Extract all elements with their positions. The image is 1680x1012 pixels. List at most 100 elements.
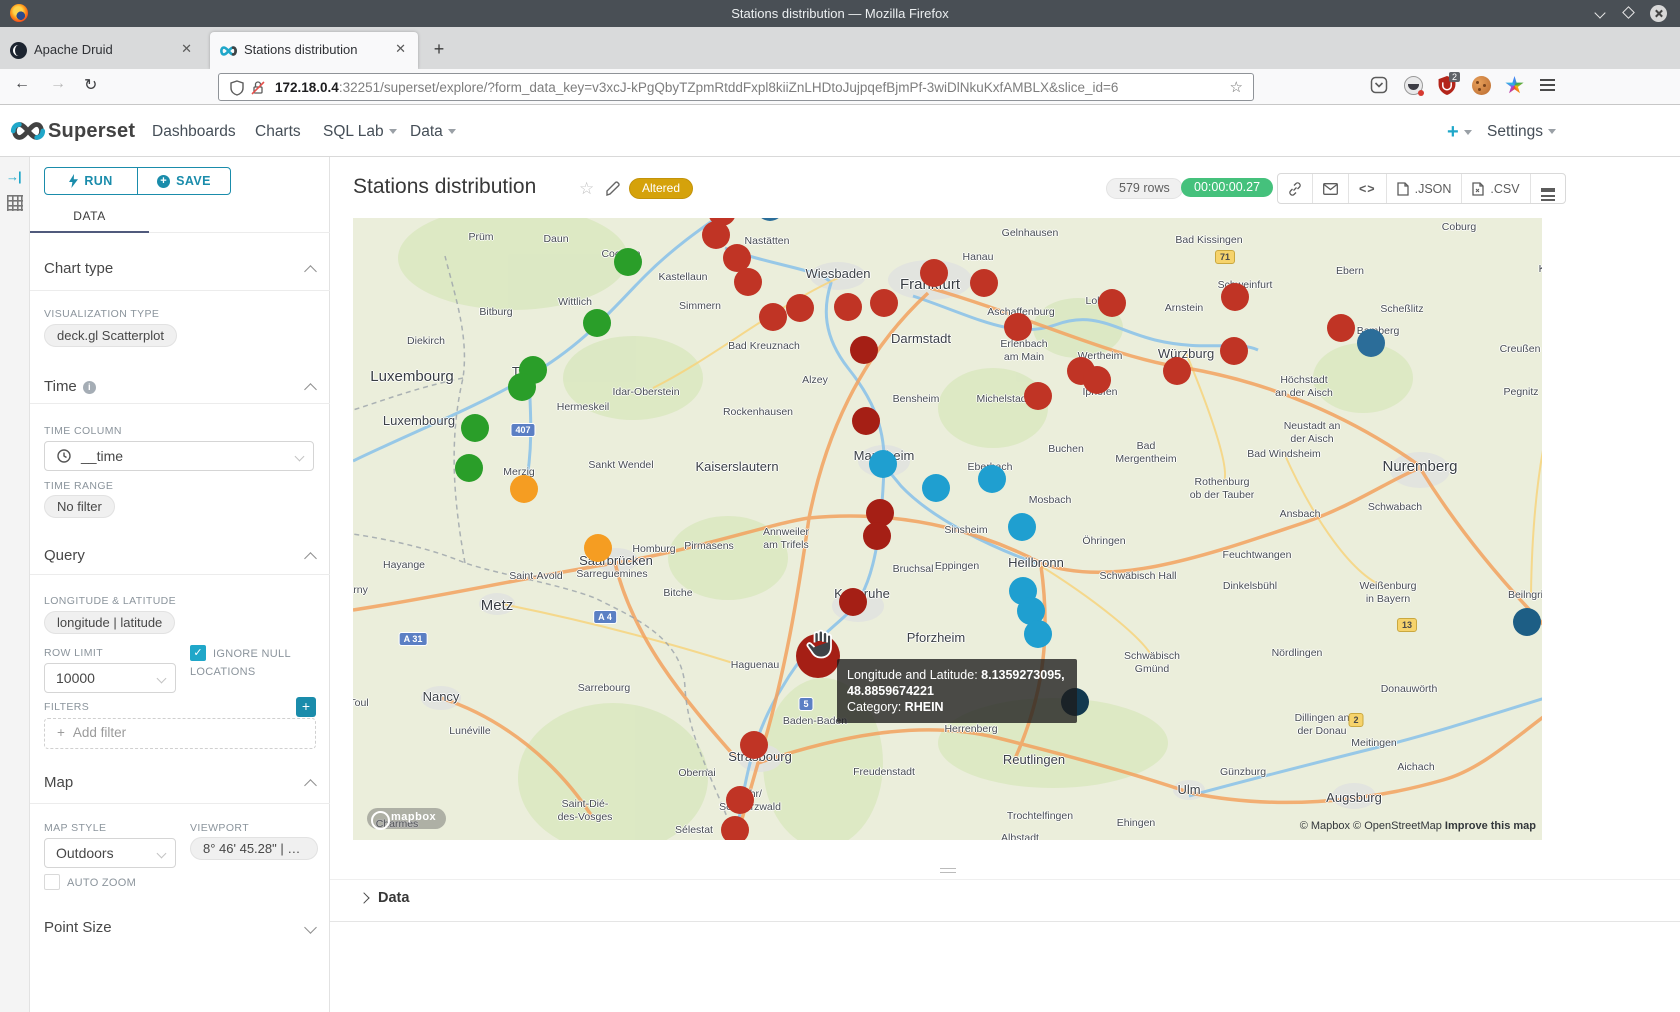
new-chart-button[interactable]: + (1447, 121, 1472, 144)
privacy-mask-icon[interactable] (1404, 76, 1423, 95)
nav-item-charts[interactable]: Charts (255, 123, 301, 141)
chevron-up-icon[interactable] (304, 383, 317, 396)
mapbox-logo[interactable]: mapbox (367, 808, 446, 829)
deckgl-scatterplot-map[interactable]: PrümDaunCochemNastättenGelnhausenBad Kis… (353, 218, 1542, 840)
map-data-point[interactable] (870, 289, 898, 317)
viewport-value[interactable]: 8° 46' 45.28" | 49... (190, 837, 318, 860)
expand-data-chevron-icon[interactable] (358, 892, 369, 903)
map-data-point[interactable] (978, 465, 1006, 493)
section-point-size[interactable]: Point Size (44, 919, 112, 936)
chevron-up-icon[interactable] (304, 779, 317, 792)
map-data-point[interactable] (461, 414, 489, 442)
section-chart-type[interactable]: Chart type (44, 260, 113, 277)
chevron-down-icon[interactable] (304, 921, 317, 934)
lonlat-value[interactable]: longitude | latitude (44, 611, 175, 634)
ublock-icon[interactable]: 2 (1438, 76, 1456, 100)
map-data-point[interactable] (740, 731, 768, 759)
map-data-point[interactable] (1004, 313, 1032, 341)
map-data-point[interactable] (510, 475, 538, 503)
improve-map-link[interactable]: Improve this map (1445, 820, 1536, 832)
export-csv-button[interactable]: .CSV (1461, 174, 1529, 203)
email-button[interactable] (1312, 174, 1348, 203)
section-map[interactable]: Map (44, 774, 73, 791)
map-data-point[interactable] (1513, 608, 1541, 636)
tab-data[interactable]: DATA (30, 203, 149, 233)
map-data-point[interactable] (852, 407, 880, 435)
section-query[interactable]: Query (44, 547, 85, 564)
ignore-null-checkbox[interactable]: ✓ (190, 645, 206, 661)
map-data-point[interactable] (850, 336, 878, 364)
add-filter-plus-button[interactable]: + (296, 697, 316, 717)
tracking-shield-icon[interactable] (229, 80, 245, 96)
map-data-point[interactable] (1024, 620, 1052, 648)
map-data-point[interactable] (1221, 283, 1249, 311)
chart-menu-icon[interactable] (1530, 174, 1565, 203)
map-data-point[interactable] (1008, 513, 1036, 541)
favorite-star-icon[interactable]: ☆ (579, 179, 594, 199)
map-data-point[interactable] (1083, 366, 1111, 394)
embed-code-button[interactable]: <> (1348, 174, 1386, 203)
section-time[interactable]: Timei (44, 378, 96, 395)
new-tab-button[interactable]: + (428, 39, 450, 61)
maximize-button[interactable] (1621, 5, 1638, 22)
altered-badge[interactable]: Altered (629, 178, 693, 199)
nav-item-data[interactable]: Data (410, 123, 456, 141)
map-data-point[interactable] (1098, 289, 1126, 317)
row-limit-select[interactable]: 10000 (44, 663, 176, 693)
insecure-lock-icon[interactable] (251, 80, 265, 96)
reload-button[interactable]: ↻ (84, 75, 97, 95)
map-data-point[interactable] (584, 534, 612, 562)
chevron-up-icon[interactable] (304, 265, 317, 278)
map-data-point[interactable] (1327, 314, 1355, 342)
map-data-point[interactable] (920, 259, 948, 287)
map-data-point[interactable] (1220, 337, 1248, 365)
export-json-button[interactable]: .JSON (1386, 174, 1462, 203)
cookie-icon[interactable] (1472, 76, 1491, 95)
datasource-grid-icon[interactable] (7, 195, 23, 211)
forward-button[interactable]: → (50, 75, 66, 93)
map-data-point[interactable] (869, 450, 897, 478)
map-data-point[interactable] (508, 373, 536, 401)
map-style-select[interactable]: Outdoors (44, 838, 176, 868)
map-data-point[interactable] (1357, 329, 1385, 357)
back-button[interactable]: ← (14, 75, 30, 93)
map-data-point[interactable] (455, 454, 483, 482)
map-data-point[interactable] (759, 303, 787, 331)
map-data-point[interactable] (614, 248, 642, 276)
map-data-point[interactable] (970, 269, 998, 297)
map-data-point[interactable] (863, 522, 891, 550)
tab-close-icon[interactable]: ✕ (395, 41, 406, 57)
run-button[interactable]: RUN (45, 168, 137, 194)
share-link-button[interactable] (1278, 174, 1312, 203)
add-filter-dropzone[interactable]: +Add filter (44, 718, 316, 749)
viz-type-value[interactable]: deck.gl Scatterplot (44, 324, 177, 347)
pocket-icon[interactable] (1370, 76, 1388, 94)
close-button[interactable] (1650, 5, 1667, 22)
chevron-up-icon[interactable] (304, 552, 317, 565)
brand-name[interactable]: Superset (48, 120, 135, 143)
map-data-point[interactable] (834, 293, 862, 321)
edit-properties-icon[interactable] (606, 181, 621, 196)
save-button[interactable]: + SAVE (137, 168, 230, 194)
collapse-panel-icon[interactable]: →| (6, 169, 21, 184)
data-results-toggle[interactable]: Data (378, 890, 409, 906)
settings-menu[interactable]: Settings (1487, 123, 1556, 141)
map-data-point[interactable] (702, 221, 730, 249)
map-data-point[interactable] (786, 294, 814, 322)
url-bar[interactable]: 172.18.0.4:32251/superset/explore/?form_… (218, 73, 1254, 101)
time-range-value[interactable]: No filter (44, 495, 115, 518)
map-data-point[interactable] (734, 268, 762, 296)
minimize-button[interactable] (1592, 5, 1609, 22)
map-data-point[interactable] (721, 816, 749, 840)
map-data-point[interactable] (922, 474, 950, 502)
tab-close-icon[interactable]: ✕ (181, 41, 192, 57)
map-data-point[interactable] (726, 786, 754, 814)
time-column-select[interactable]: __time (44, 441, 314, 471)
nav-item-sql-lab[interactable]: SQL Lab (323, 123, 397, 141)
nav-item-dashboards[interactable]: Dashboards (152, 123, 236, 141)
auto-zoom-checkbox[interactable] (44, 874, 60, 890)
browser-tab-druid[interactable]: Apache Druid ✕ (0, 32, 204, 69)
panel-resize-handle[interactable] (940, 865, 956, 876)
url-text[interactable]: 172.18.0.4:32251/superset/explore/?form_… (275, 80, 1118, 95)
extension-pinwheel-icon[interactable] (1505, 76, 1524, 95)
